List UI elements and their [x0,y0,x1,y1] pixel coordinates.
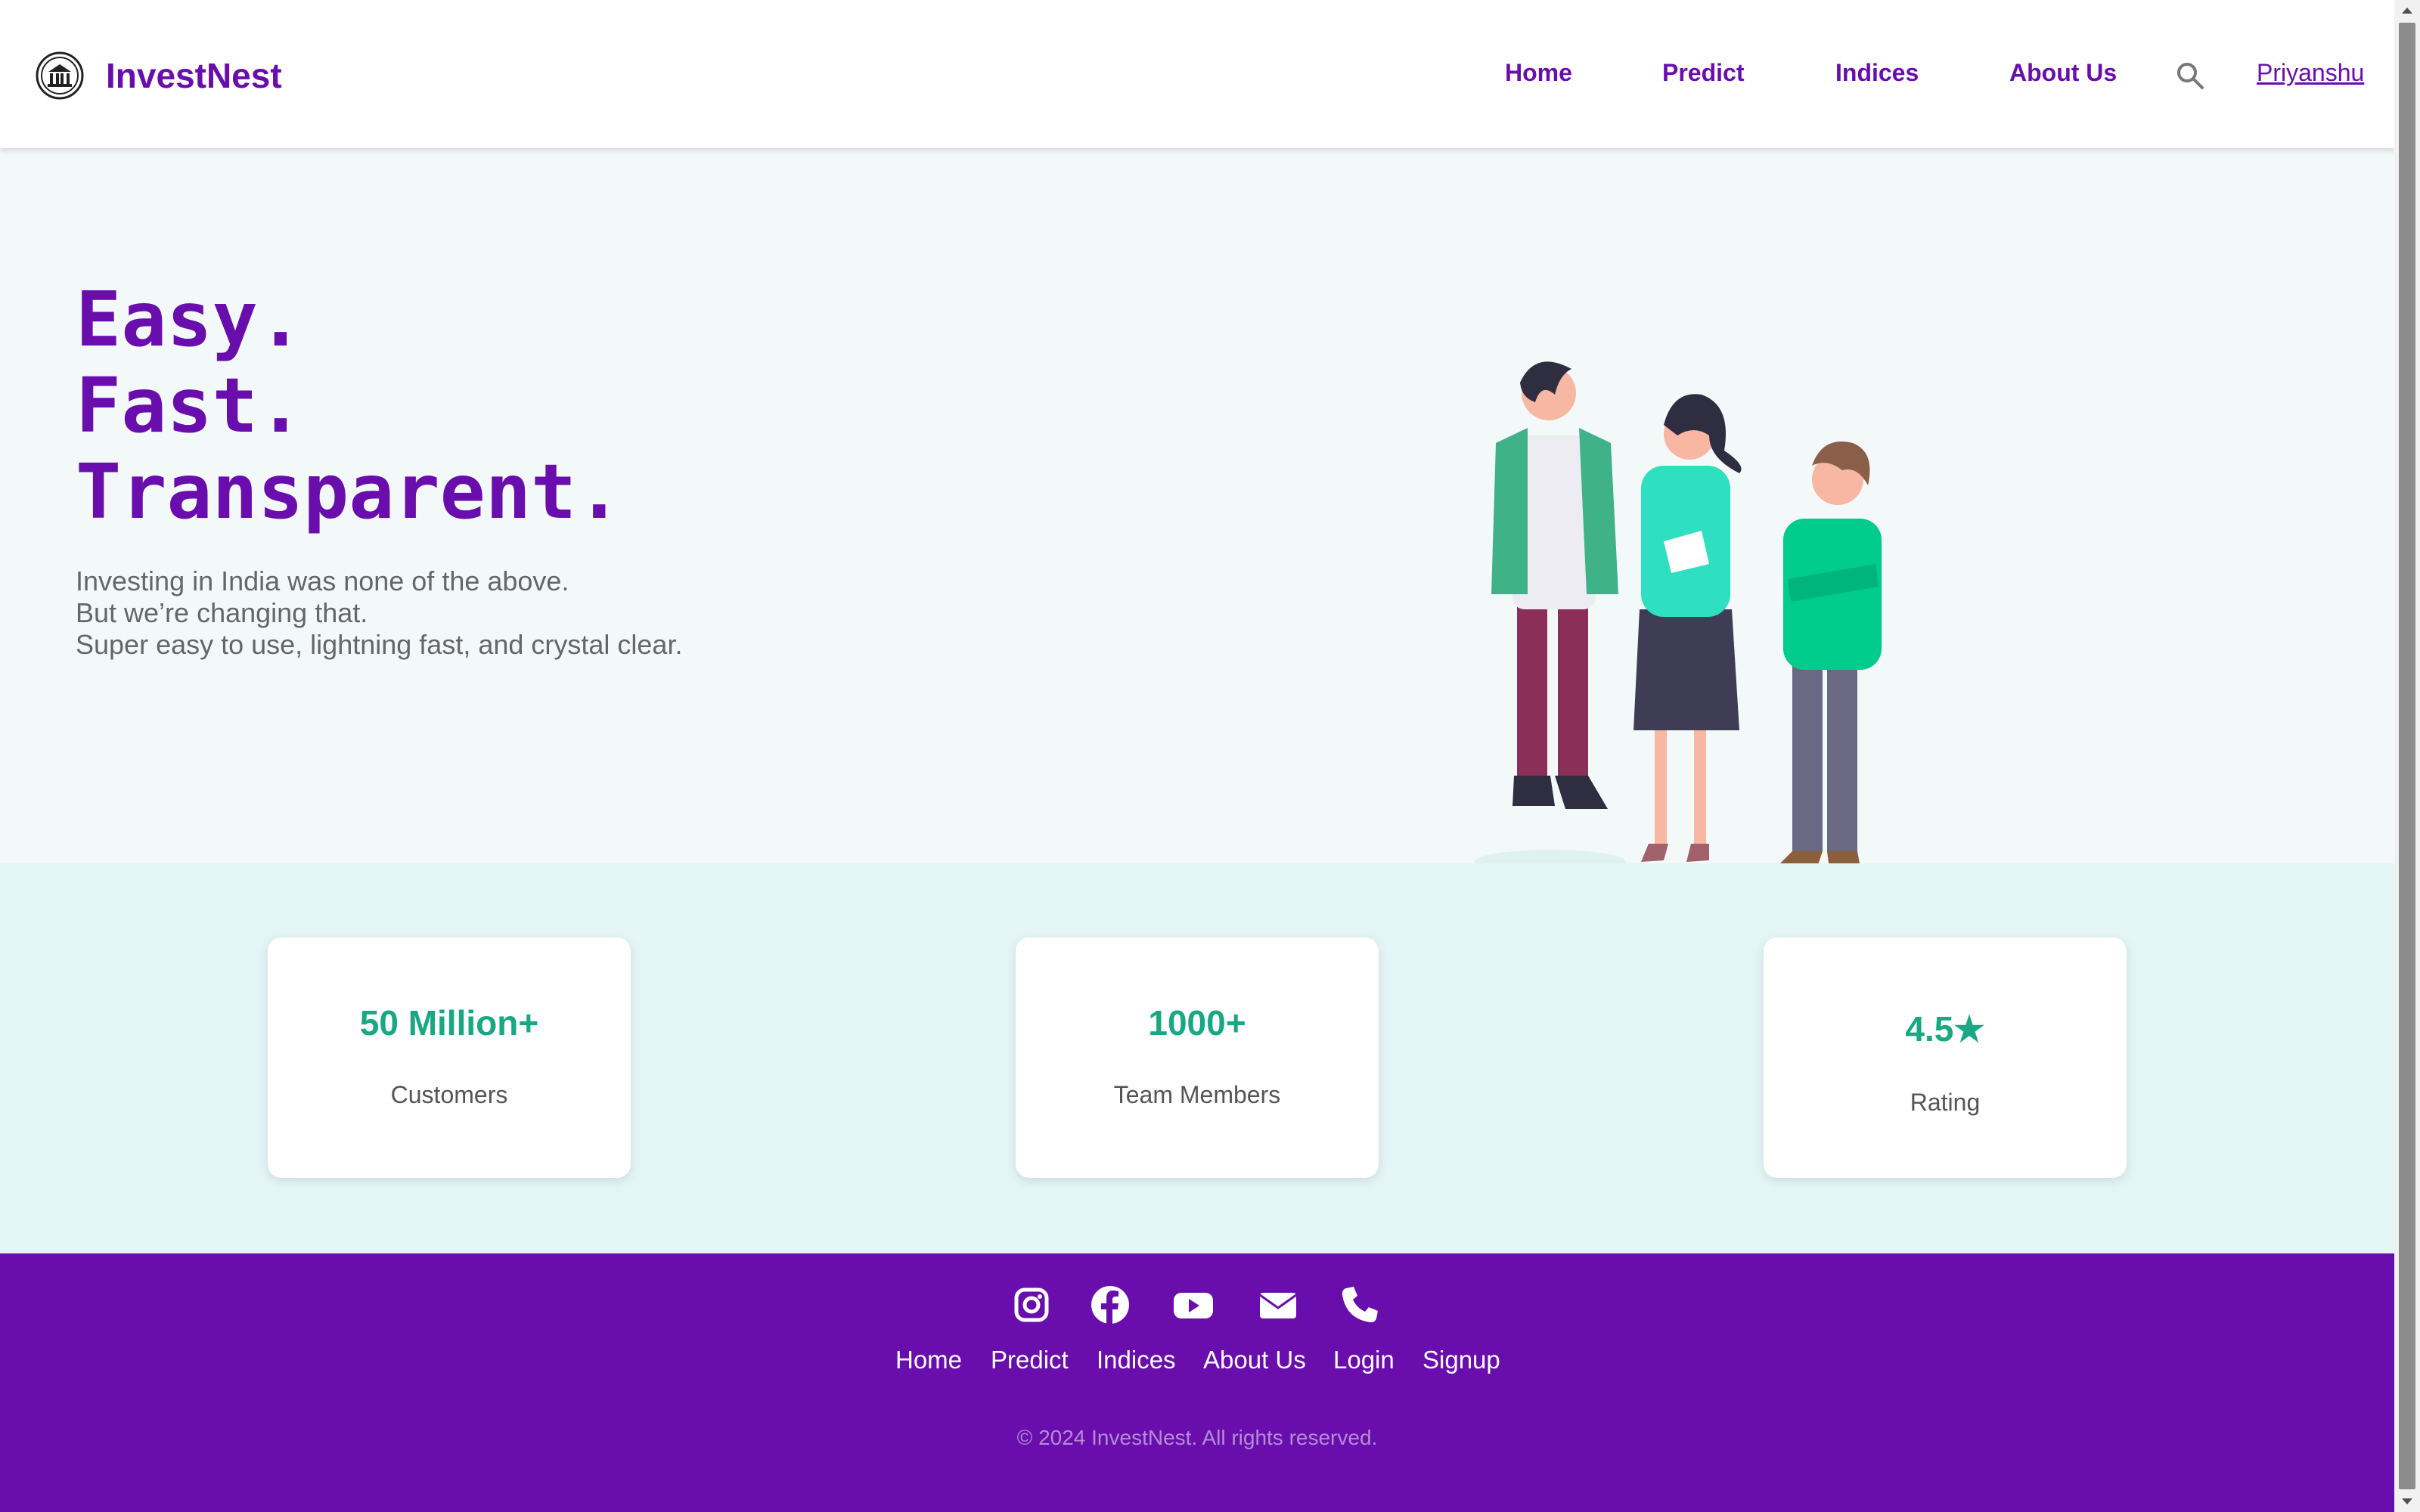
bank-logo-icon [36,51,84,100]
hero-headline: Easy. Fast. Transparent. [76,277,622,535]
scrollbar-thumb[interactable] [2399,23,2415,1489]
page-scrollbar[interactable] [2394,0,2420,1512]
nav-indices[interactable]: Indices [1835,59,1919,87]
stat-value: 50 Million+ [359,1003,539,1043]
user-profile-link[interactable]: Priyanshu [2257,59,2364,87]
stat-value: 4.5★ [1905,1009,1985,1049]
headline-line: Transparent. [76,448,622,536]
facebook-icon[interactable] [1087,1282,1133,1328]
footer-link-about-us[interactable]: About Us [1203,1346,1306,1374]
stat-card-customers: 50 Million+ Customers [268,937,631,1178]
hero-description: Investing in India was none of the above… [76,565,682,661]
nav-predict[interactable]: Predict [1662,59,1744,87]
page: InvestNest Home Predict Indices About Us… [0,0,2394,1512]
email-icon[interactable] [1255,1282,1301,1328]
youtube-icon[interactable] [1171,1282,1216,1328]
nav-about-us[interactable]: About Us [2009,59,2117,87]
hero-text-line: But we’re changing that. [76,597,368,628]
copyright-text: © 2024 InvestNest. All rights reserved. [1016,1426,1378,1449]
hero-text-line: Super easy to use, lightning fast, and c… [76,629,683,660]
scroll-down-arrow-icon[interactable] [2394,1491,2420,1512]
stat-label: Rating [1910,1089,1981,1116]
scroll-up-arrow-icon[interactable] [2394,0,2420,21]
footer-link-home[interactable]: Home [895,1346,962,1374]
stat-label: Customers [390,1081,508,1108]
stat-card-team-members: 1000+ Team Members [1016,937,1379,1178]
hero-section: Easy. Fast. Transparent. Investing in In… [0,148,2394,942]
footer-link-signup[interactable]: Signup [1423,1346,1500,1374]
stat-card-rating: 4.5★ Rating [1764,937,2127,1178]
stat-label: Team Members [1113,1081,1281,1108]
hero-text-line: Investing in India was none of the above… [76,565,569,596]
headline-line: Easy. [76,275,304,364]
navbar: InvestNest Home Predict Indices About Us… [0,0,2394,148]
brand-name: InvestNest [106,56,282,95]
nav-home[interactable]: Home [1505,59,1572,87]
stats-section: 50 Million+ Customers 1000+ Team Members… [0,863,2394,1253]
stat-value: 1000+ [1148,1003,1246,1043]
phone-icon[interactable] [1337,1282,1382,1328]
team-illustration [1236,361,2004,942]
headline-line: Fast. [76,361,304,450]
footer-link-login[interactable]: Login [1333,1346,1395,1374]
brand[interactable]: InvestNest [35,48,282,103]
search-icon[interactable] [2175,60,2205,91]
instagram-icon[interactable] [1009,1282,1054,1328]
footer-link-predict[interactable]: Predict [991,1346,1069,1374]
footer: Home Predict Indices About Us Login Sign… [0,1253,2394,1512]
footer-link-indices[interactable]: Indices [1097,1346,1176,1374]
